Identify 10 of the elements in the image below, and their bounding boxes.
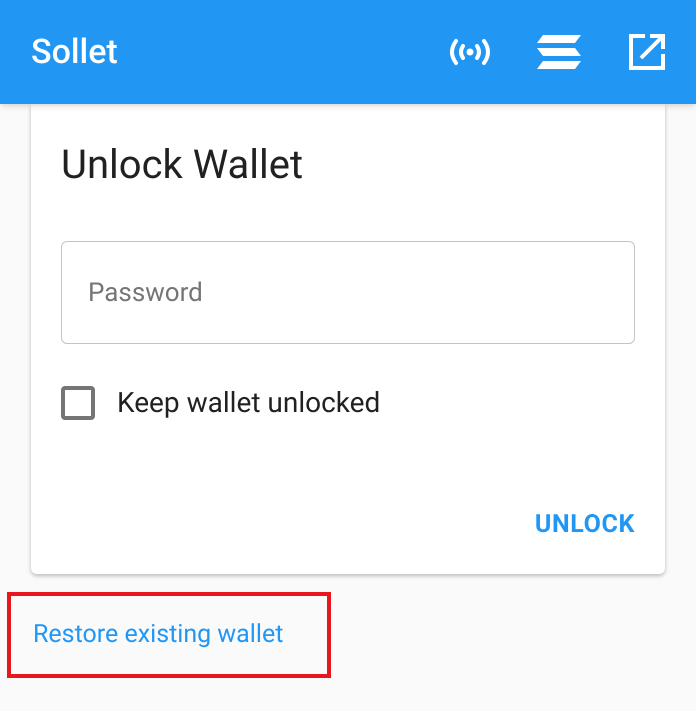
- app-title: Sollet: [31, 30, 119, 74]
- open-external-icon[interactable]: [629, 34, 665, 70]
- checkbox-label: Keep wallet unlocked: [117, 385, 380, 421]
- connection-icon[interactable]: [447, 37, 493, 67]
- checkbox[interactable]: [61, 386, 95, 420]
- password-field[interactable]: Password: [61, 241, 635, 344]
- unlock-button[interactable]: UNLOCK: [534, 506, 635, 544]
- card-title: Unlock Wallet: [61, 142, 304, 188]
- restore-wallet-link[interactable]: Restore existing wallet: [33, 616, 284, 654]
- stacked-bars-icon[interactable]: [537, 35, 581, 69]
